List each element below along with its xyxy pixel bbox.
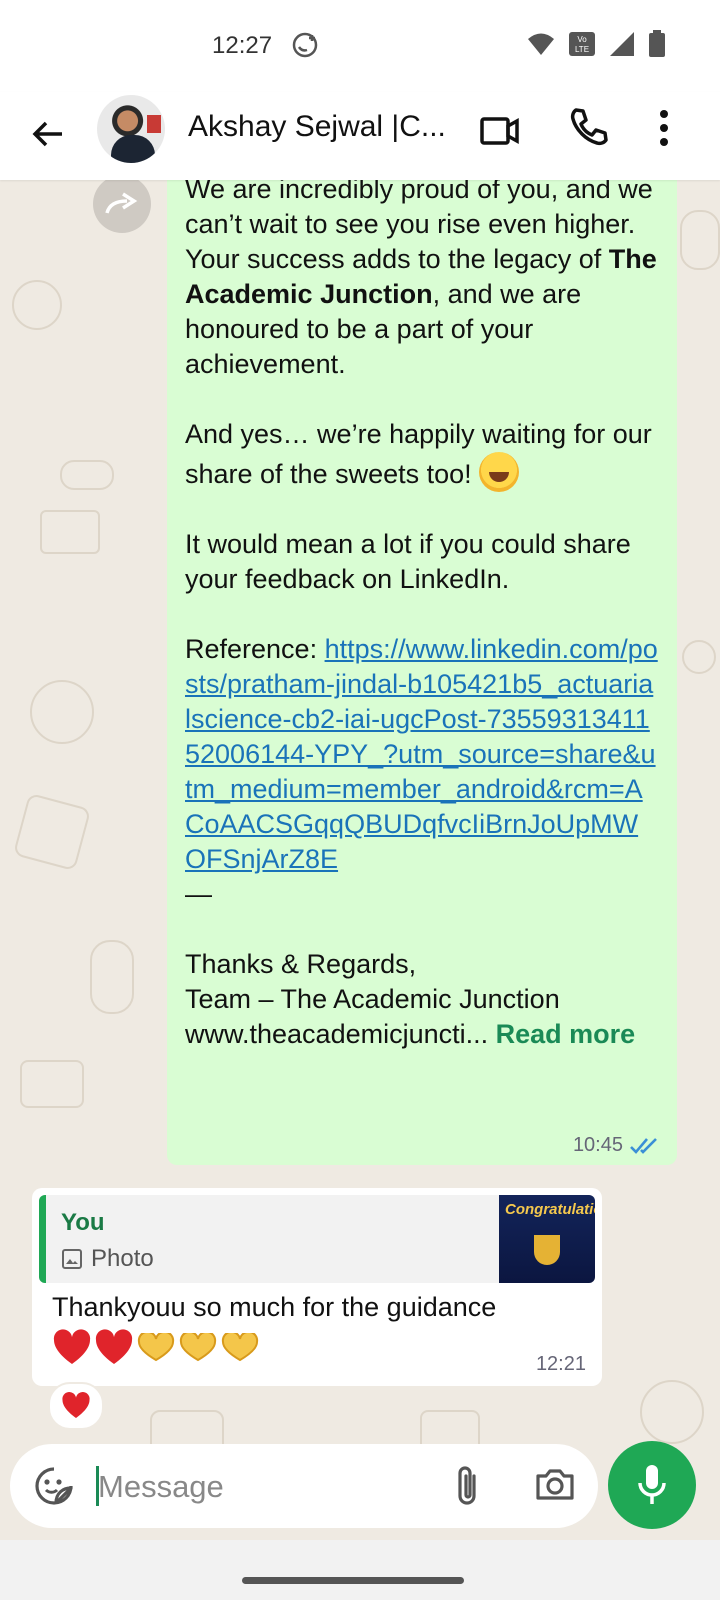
wallpaper-doodle (12, 792, 92, 872)
volte-icon: Vo LTE (568, 31, 596, 62)
message-paragraph: It would mean a lot if you could share y… (185, 529, 639, 594)
wallpaper-doodle (40, 510, 100, 554)
wallpaper-doodle (20, 1060, 84, 1108)
thumbnail-title: Congratulations (505, 1201, 595, 1218)
contact-name[interactable]: Akshay Sejwal |C... (188, 110, 453, 144)
sticker-button[interactable] (34, 1466, 74, 1511)
wallpaper-doodle (60, 460, 114, 490)
battery-icon (648, 30, 666, 63)
message-composer (10, 1444, 598, 1528)
message-meta: 10:45 (573, 1134, 659, 1157)
red-heart-icon (62, 1392, 90, 1418)
double-check-icon (630, 1137, 657, 1154)
wifi-icon (526, 31, 556, 62)
dash: — (185, 879, 212, 909)
heart-hands-icon (221, 1333, 259, 1362)
back-button[interactable] (24, 110, 72, 158)
reference-label: Reference: (185, 634, 325, 664)
attach-icon (458, 1466, 476, 1505)
signal-icon (608, 31, 636, 62)
avatar-detail (147, 115, 161, 133)
message-input[interactable] (96, 1460, 440, 1514)
wallpaper-doodle (90, 940, 134, 1014)
trophy-icon (534, 1235, 560, 1265)
status-icons: Vo LTE (526, 30, 666, 63)
outgoing-message[interactable]: We are incredibly proud of you, and we c… (167, 180, 677, 1165)
camera-icon (536, 1469, 574, 1500)
quoted-message[interactable]: You Photo Congratulations (39, 1195, 595, 1283)
message-paragraph: And yes… we’re happily waiting for our s… (185, 419, 660, 489)
svg-text:Vo: Vo (577, 35, 587, 44)
status-bar: 12:27 Vo LTE (0, 0, 720, 92)
message-time: 12:21 (535, 1353, 586, 1375)
voice-call-button[interactable] (568, 106, 608, 155)
forward-button[interactable] (93, 180, 151, 233)
emoji-row (52, 1328, 260, 1368)
video-call-icon (480, 117, 519, 145)
attach-button[interactable] (452, 1464, 482, 1513)
message-text: We are incredibly proud of you, and we c… (185, 180, 659, 1052)
status-time: 12:27 (212, 32, 273, 59)
navigation-bar (0, 1540, 720, 1600)
wallpaper-doodle (682, 640, 716, 674)
svg-text:LTE: LTE (575, 45, 589, 54)
red-heart-icon (95, 1329, 133, 1364)
quoted-photo-thumbnail: Congratulations (499, 1195, 595, 1283)
more-vert-icon (660, 110, 668, 146)
voice-message-button[interactable] (608, 1441, 696, 1529)
avatar[interactable] (97, 95, 165, 163)
wallpaper-doodle (12, 280, 62, 330)
chat-header: Akshay Sejwal |C... (0, 92, 720, 180)
wallpaper-doodle (30, 680, 94, 744)
photo-icon (62, 1249, 82, 1269)
heart-hands-icon (179, 1333, 217, 1362)
video-call-button[interactable] (480, 110, 520, 155)
wallpaper-doodle (680, 210, 720, 270)
mic-icon (638, 1465, 666, 1504)
grinning-emoji-icon (479, 452, 520, 492)
message-reaction[interactable] (48, 1382, 104, 1430)
home-indicator[interactable] (242, 1577, 464, 1584)
whatsapp-status-icon (290, 30, 320, 65)
quote-type-label: Photo (91, 1245, 154, 1272)
incoming-message[interactable]: You Photo Congratulations Thankyouu so m… (32, 1188, 602, 1386)
heart-hands-icon (137, 1333, 175, 1362)
message-text: Thankyouu so much for the guidance (52, 1292, 497, 1322)
wallpaper-doodle (640, 1380, 704, 1444)
phone-icon (570, 108, 608, 146)
chat-area[interactable]: We are incredibly proud of you, and we c… (0, 180, 720, 1540)
quote-type: Photo (61, 1245, 154, 1273)
forward-icon (105, 192, 138, 214)
linkedin-link[interactable]: https://www.linkedin.com/posts/pratham-j… (185, 634, 658, 874)
read-more-link[interactable]: Read more (496, 1019, 636, 1049)
back-arrow-icon (32, 121, 62, 147)
message-paragraph: We are incredibly proud of you, and we c… (185, 180, 661, 274)
message-time: 10:45 (572, 1134, 623, 1156)
sticker-icon (35, 1467, 73, 1505)
camera-button[interactable] (534, 1464, 576, 1509)
more-options-button[interactable] (652, 106, 676, 155)
quote-sender: You (61, 1209, 105, 1236)
red-heart-icon (53, 1329, 91, 1364)
avatar-body (111, 135, 155, 163)
quote-bar (39, 1195, 46, 1283)
